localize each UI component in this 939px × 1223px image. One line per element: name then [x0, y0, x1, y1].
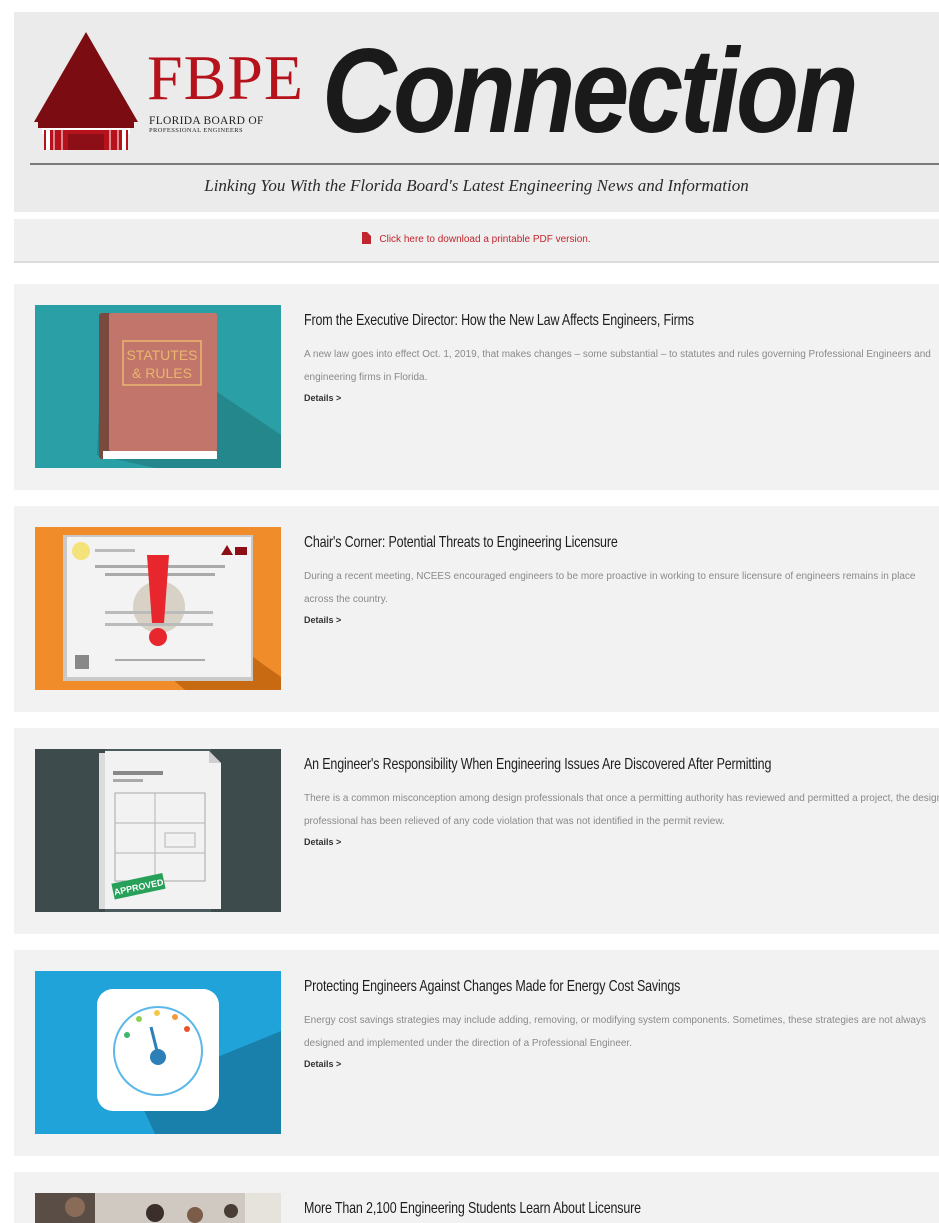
fbpe-pavilion-logo-icon	[34, 32, 138, 150]
org-abbrev: FBPE	[147, 42, 304, 113]
article-title[interactable]: An Engineer's Responsibility When Engine…	[304, 756, 788, 774]
article-card: STATUTES & RULES From the Executive Dire…	[14, 284, 939, 490]
article-description: There is a common misconception among de…	[304, 788, 939, 849]
pdf-download-label: Click here to download a printable PDF v…	[379, 234, 591, 245]
org-name-line1: FLORIDA BOARD OF	[149, 115, 264, 127]
article-summary: A new law goes into effect Oct. 1, 2019,…	[304, 349, 931, 383]
newsletter-header: FBPE FLORIDA BOARD OF PROFESSIONAL ENGIN…	[14, 12, 939, 212]
article-card: APPROVED An Engineer's Responsibility Wh…	[14, 728, 939, 934]
article-card: Protecting Engineers Against Changes Mad…	[14, 950, 939, 1156]
article-title[interactable]: From the Executive Director: How the New…	[304, 312, 788, 330]
students-photo[interactable]	[35, 1193, 281, 1223]
article-title[interactable]: Chair's Corner: Potential Threats to Eng…	[304, 534, 788, 552]
article-card: Chair's Corner: Potential Threats to Eng…	[14, 506, 939, 712]
article-summary: During a recent meeting, NCEES encourage…	[304, 571, 916, 605]
article-card: More Than 2,100 Engineering Students Lea…	[14, 1172, 939, 1223]
license-warning-icon[interactable]	[35, 527, 281, 690]
org-name-line2: PROFESSIONAL ENGINEERS	[149, 127, 243, 134]
article-description: Energy cost savings strategies may inclu…	[304, 1010, 939, 1071]
article-description: During a recent meeting, NCEES encourage…	[304, 566, 939, 627]
details-link[interactable]: Details >	[304, 613, 939, 627]
pdf-file-icon	[362, 232, 372, 244]
article-summary: Energy cost savings strategies may inclu…	[304, 1015, 926, 1049]
details-link[interactable]: Details >	[304, 1057, 939, 1071]
thumb-text-statutes: STATUTES	[126, 347, 197, 363]
header-divider	[30, 163, 939, 165]
gauge-icon[interactable]	[35, 971, 281, 1134]
pdf-download-link[interactable]: Click here to download a printable PDF v…	[14, 232, 939, 245]
article-description: A new law goes into effect Oct. 1, 2019,…	[304, 344, 939, 405]
article-title[interactable]: More Than 2,100 Engineering Students Lea…	[304, 1200, 788, 1218]
newsletter-title: Connection	[322, 24, 859, 158]
org-name: FLORIDA BOARD OF PROFESSIONAL ENGINEERS	[149, 115, 309, 135]
thumb-text-rules: & RULES	[132, 365, 192, 381]
article-summary: There is a common misconception among de…	[304, 793, 939, 827]
article-title[interactable]: Protecting Engineers Against Changes Mad…	[304, 978, 788, 996]
details-link[interactable]: Details >	[304, 835, 939, 849]
details-link[interactable]: Details >	[304, 391, 939, 405]
pdf-download-bar: Click here to download a printable PDF v…	[14, 219, 939, 263]
law-book-icon[interactable]: STATUTES & RULES	[35, 305, 281, 468]
approved-blueprint-icon[interactable]: APPROVED	[35, 749, 281, 912]
tagline: Linking You With the Florida Board's Lat…	[204, 176, 749, 195]
